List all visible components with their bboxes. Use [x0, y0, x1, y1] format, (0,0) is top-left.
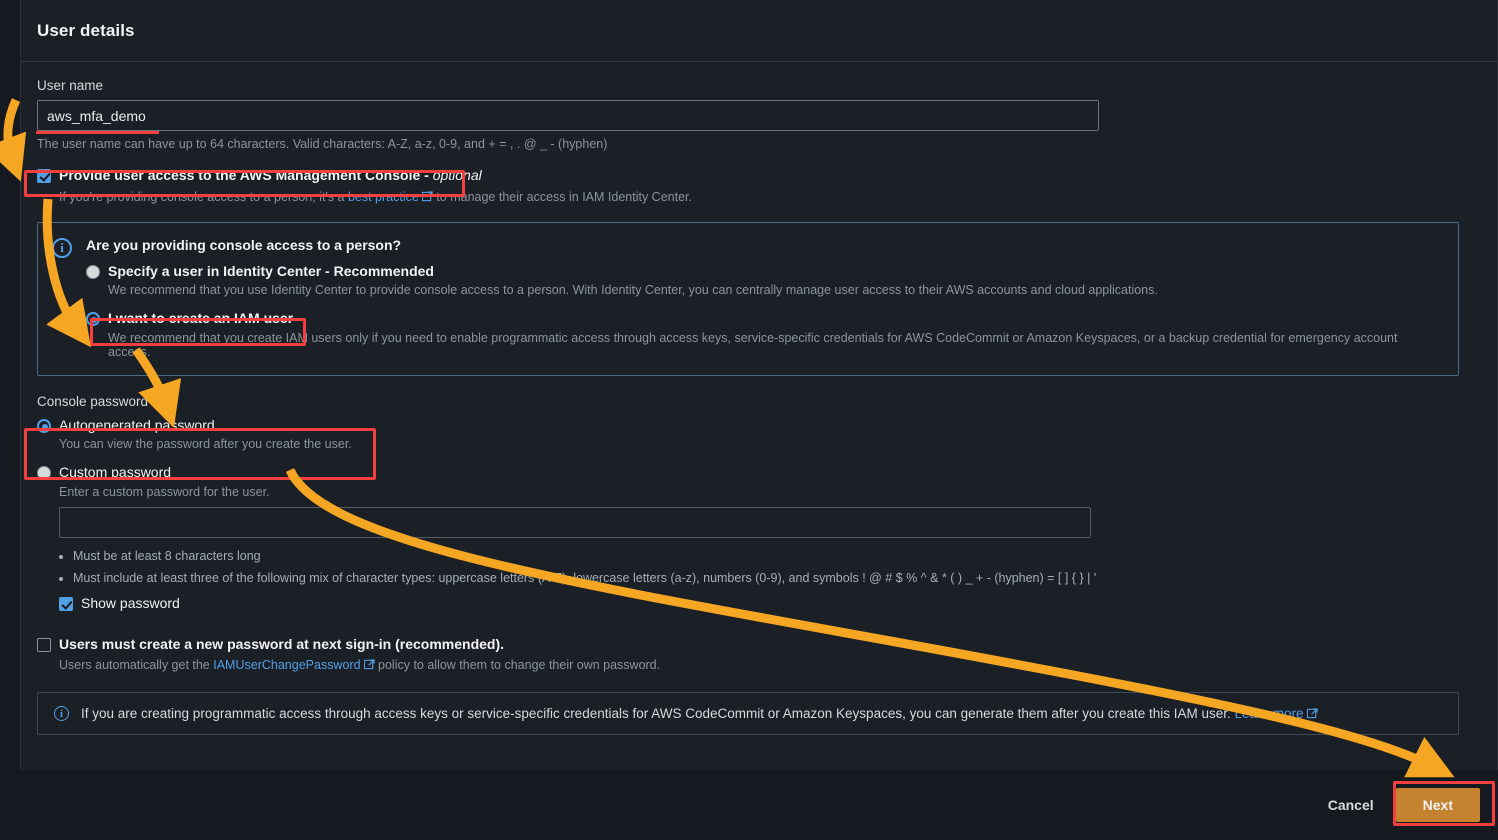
- iam-user-radio[interactable]: [86, 312, 100, 326]
- next-signin-label: Users must create a new password at next…: [59, 635, 505, 652]
- user-name-label: User name: [37, 78, 104, 93]
- next-button[interactable]: Next: [1395, 788, 1480, 822]
- alert-text: If you are creating programmatic access …: [81, 706, 1318, 721]
- user-name-input[interactable]: [37, 100, 1099, 131]
- user-details-card: User details User name The user name can…: [20, 0, 1498, 770]
- arrow-username-to-console-access: [0, 98, 27, 182]
- external-link-icon: [421, 190, 433, 202]
- programmatic-access-alert: i If you are creating programmatic acces…: [37, 692, 1459, 736]
- external-link-icon: [363, 659, 375, 670]
- iam-user-label: I want to create an IAM user: [108, 310, 294, 326]
- best-practice-link[interactable]: best practice: [348, 190, 419, 204]
- custom-password-description: Enter a custom password for the user.: [59, 484, 270, 499]
- identity-center-option-row[interactable]: Specify a user in Identity Center - Reco…: [86, 263, 1442, 281]
- learn-more-link[interactable]: Learn more: [1235, 706, 1304, 721]
- next-signin-checkbox[interactable]: [37, 637, 51, 652]
- info-panel-body: Are you providing console access to a pe…: [86, 237, 1442, 359]
- custom-password-label: Custom password: [59, 464, 172, 480]
- iam-create-user-page: User details User name The user name can…: [0, 0, 1498, 840]
- password-requirements-list: Must be at least 8 characters long Must …: [73, 548, 1481, 588]
- card-body: User name The user name can have up to 6…: [21, 62, 1497, 736]
- next-signin-hint: Users automatically get the IAMUserChang…: [59, 658, 1481, 672]
- autogenerated-password-description: You can view the password after you crea…: [59, 437, 352, 451]
- autogenerated-password-label: Autogenerated password: [59, 416, 215, 433]
- identity-center-radio[interactable]: [86, 264, 100, 279]
- page-title: User details: [37, 20, 135, 40]
- autogenerated-password-radio[interactable]: [37, 418, 51, 433]
- show-password-label: Show password: [81, 595, 180, 612]
- next-signin-hint-before: Users automatically get the: [59, 658, 214, 673]
- console-access-checkbox-row[interactable]: Provide user access to the AWS Managemen…: [37, 167, 1481, 185]
- password-requirement-item: Must include at least three of the follo…: [73, 570, 1481, 587]
- console-access-hint-after: to manage their access in IAM Identity C…: [432, 189, 692, 204]
- info-icon: i: [54, 706, 69, 722]
- identity-center-label: Specify a user in Identity Center - Reco…: [108, 262, 434, 279]
- info-panel-heading: Are you providing console access to a pe…: [86, 236, 402, 253]
- console-access-checkbox[interactable]: [37, 169, 51, 183]
- show-password-checkbox[interactable]: [59, 597, 73, 612]
- next-signin-hint-after: policy to allow them to change their own…: [374, 658, 661, 673]
- console-password-label: Console password: [37, 393, 149, 409]
- console-access-info-panel: i Are you providing console access to a …: [37, 221, 1459, 376]
- cancel-button[interactable]: Cancel: [1328, 797, 1374, 813]
- alert-message: If you are creating programmatic access …: [81, 706, 1235, 722]
- console-access-hint-before: If you're providing console access to a …: [59, 189, 348, 204]
- custom-password-row[interactable]: Custom password: [37, 464, 1481, 482]
- iam-user-change-password-link[interactable]: IAMUserChangePassword: [213, 658, 360, 672]
- next-signin-row[interactable]: Users must create a new password at next…: [37, 636, 1481, 654]
- identity-center-description: We recommend that you use Identity Cente…: [108, 283, 1158, 297]
- user-name-hint: The user name can have up to 64 characte…: [37, 137, 608, 151]
- custom-password-radio[interactable]: [37, 466, 51, 480]
- footer-actions: Cancel Next: [20, 770, 1498, 840]
- autogenerated-password-row[interactable]: Autogenerated password: [37, 417, 1481, 435]
- show-password-row[interactable]: Show password: [59, 595, 1481, 613]
- info-icon: i: [52, 237, 72, 258]
- iam-user-option-row[interactable]: I want to create an IAM user: [86, 310, 1442, 328]
- password-requirement-item: Must be at least 8 characters long: [73, 548, 1481, 565]
- console-access-label: Provide user access to the AWS Managemen…: [59, 167, 482, 185]
- custom-password-input[interactable]: [59, 506, 1091, 538]
- console-access-label-main: Provide user access to the AWS Managemen…: [59, 167, 433, 183]
- console-access-label-optional: optional: [432, 167, 482, 183]
- console-access-hint: If you're providing console access to a …: [59, 190, 1481, 204]
- iam-user-description: We recommend that you create IAM users o…: [108, 330, 1398, 359]
- external-link-icon: [1306, 707, 1318, 719]
- card-header: User details: [21, 0, 1497, 62]
